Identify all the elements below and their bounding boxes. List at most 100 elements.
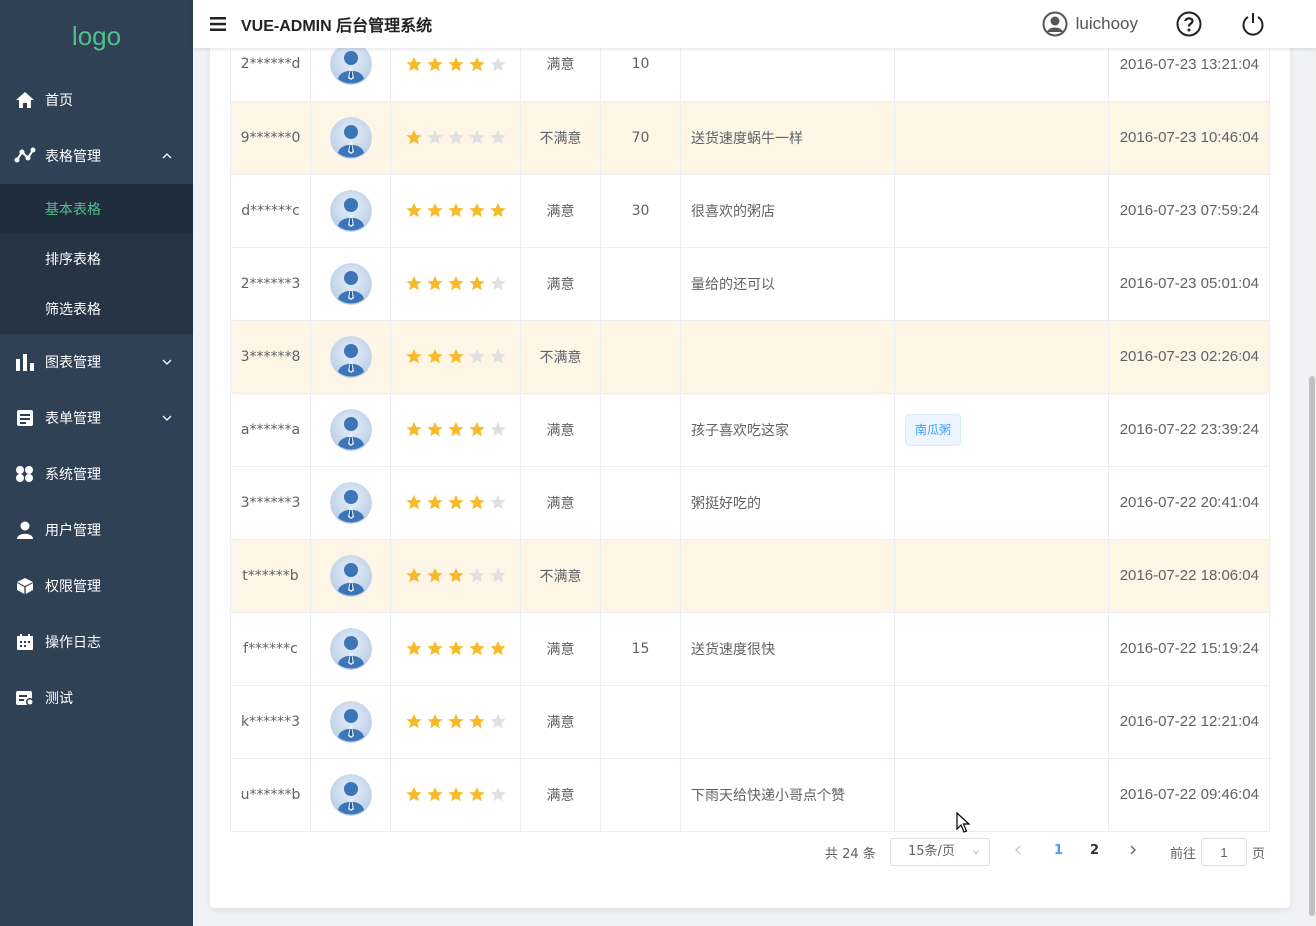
sidebar-item-table-management[interactable]: 表格管理 <box>0 128 193 184</box>
sidebar-subitem-sort-table[interactable]: 排序表格 <box>0 234 193 284</box>
cell-tag <box>894 174 1109 248</box>
star-empty-icon[interactable] <box>489 348 507 365</box>
star-filled-icon[interactable] <box>447 713 465 730</box>
star-filled-icon[interactable] <box>447 494 465 511</box>
star-rating[interactable] <box>391 202 520 219</box>
star-filled-icon[interactable] <box>405 786 423 803</box>
star-empty-icon[interactable] <box>489 713 507 730</box>
sidebar-item-system-management[interactable]: 系统管理 <box>0 446 193 502</box>
star-filled-icon[interactable] <box>426 275 444 292</box>
star-filled-icon[interactable] <box>447 421 465 438</box>
goto-page-input[interactable] <box>1201 838 1247 866</box>
star-filled-icon[interactable] <box>405 275 423 292</box>
cell-user: 9******0 <box>230 101 311 175</box>
star-filled-icon[interactable] <box>468 640 486 657</box>
sidebar-subitem-basic-table[interactable]: 基本表格 <box>0 184 193 234</box>
star-filled-icon[interactable] <box>405 56 423 73</box>
star-filled-icon[interactable] <box>468 494 486 511</box>
star-empty-icon[interactable] <box>447 129 465 146</box>
sidebar-item-test[interactable]: 测试 <box>0 670 193 726</box>
star-rating[interactable] <box>391 567 520 584</box>
user-menu[interactable]: luichooy <box>1042 11 1138 37</box>
sidebar-item-label: 表单管理 <box>45 411 101 427</box>
star-rating[interactable] <box>391 786 520 803</box>
star-filled-icon[interactable] <box>426 421 444 438</box>
star-filled-icon[interactable] <box>405 567 423 584</box>
star-filled-icon[interactable] <box>405 202 423 219</box>
star-filled-icon[interactable] <box>426 567 444 584</box>
star-filled-icon[interactable] <box>447 640 465 657</box>
next-page-icon[interactable] <box>1127 844 1139 856</box>
star-filled-icon[interactable] <box>426 713 444 730</box>
sidebar-item-permission-management[interactable]: 权限管理 <box>0 558 193 614</box>
star-empty-icon[interactable] <box>489 494 507 511</box>
star-filled-icon[interactable] <box>447 56 465 73</box>
star-rating[interactable] <box>391 421 520 438</box>
star-filled-icon[interactable] <box>405 494 423 511</box>
power-logout-icon[interactable] <box>1240 11 1266 37</box>
sidebar: logo 首页 表格管理 基本表格 排序表格 筛选表格 图表管理 表单管理 系统… <box>0 0 193 926</box>
star-filled-icon[interactable] <box>426 56 444 73</box>
sidebar-subitem-filter-table[interactable]: 筛选表格 <box>0 284 193 334</box>
star-filled-icon[interactable] <box>447 202 465 219</box>
star-filled-icon[interactable] <box>405 421 423 438</box>
sidebar-item-user-management[interactable]: 用户管理 <box>0 502 193 558</box>
star-filled-icon[interactable] <box>468 786 486 803</box>
star-rating[interactable] <box>391 494 520 511</box>
avatar <box>329 408 372 451</box>
star-filled-icon[interactable] <box>489 640 507 657</box>
star-empty-icon[interactable] <box>468 348 486 365</box>
star-filled-icon[interactable] <box>426 202 444 219</box>
star-rating[interactable] <box>391 129 520 146</box>
star-filled-icon[interactable] <box>405 713 423 730</box>
star-empty-icon[interactable] <box>489 421 507 438</box>
star-empty-icon[interactable] <box>489 567 507 584</box>
star-rating[interactable] <box>391 275 520 292</box>
star-filled-icon[interactable] <box>447 275 465 292</box>
page-scrollbar[interactable] <box>1308 48 1316 926</box>
star-filled-icon[interactable] <box>447 567 465 584</box>
cell-user: f******c <box>230 612 311 686</box>
star-rating[interactable] <box>391 640 520 657</box>
calendar-icon <box>14 631 36 653</box>
star-filled-icon[interactable] <box>447 786 465 803</box>
cell-status: 满意 <box>520 612 601 686</box>
sidebar-item-form-management[interactable]: 表单管理 <box>0 390 193 446</box>
star-empty-icon[interactable] <box>468 129 486 146</box>
star-filled-icon[interactable] <box>405 640 423 657</box>
prev-page-icon[interactable] <box>1012 844 1024 856</box>
sidebar-item-operation-log[interactable]: 操作日志 <box>0 614 193 670</box>
star-filled-icon[interactable] <box>426 348 444 365</box>
sidebar-item-home[interactable]: 首页 <box>0 72 193 128</box>
star-filled-icon[interactable] <box>468 713 486 730</box>
star-empty-icon[interactable] <box>489 56 507 73</box>
page-number-2[interactable]: 2 <box>1090 843 1099 858</box>
star-filled-icon[interactable] <box>405 348 423 365</box>
page-number-1[interactable]: 1 <box>1054 843 1063 858</box>
star-filled-icon[interactable] <box>468 275 486 292</box>
star-empty-icon[interactable] <box>468 567 486 584</box>
star-filled-icon[interactable] <box>489 202 507 219</box>
star-empty-icon[interactable] <box>489 275 507 292</box>
cell-rating <box>390 48 521 102</box>
star-filled-icon[interactable] <box>468 202 486 219</box>
star-filled-icon[interactable] <box>426 786 444 803</box>
hamburger-menu-icon[interactable] <box>207 13 229 35</box>
star-filled-icon[interactable] <box>405 129 423 146</box>
sidebar-item-chart-management[interactable]: 图表管理 <box>0 334 193 390</box>
star-filled-icon[interactable] <box>426 640 444 657</box>
star-filled-icon[interactable] <box>426 494 444 511</box>
star-filled-icon[interactable] <box>447 348 465 365</box>
star-filled-icon[interactable] <box>468 56 486 73</box>
star-empty-icon[interactable] <box>426 129 444 146</box>
table-row: 3******8 不满意 2016-07-23 02:26:04 <box>230 320 1270 394</box>
page-size-select[interactable]: 15条/页 <box>890 838 990 866</box>
star-rating[interactable] <box>391 56 520 73</box>
star-rating[interactable] <box>391 713 520 730</box>
star-filled-icon[interactable] <box>468 421 486 438</box>
scrollbar-thumb[interactable] <box>1309 376 1315 916</box>
star-empty-icon[interactable] <box>489 786 507 803</box>
star-empty-icon[interactable] <box>489 129 507 146</box>
star-rating[interactable] <box>391 348 520 365</box>
help-icon[interactable] <box>1176 11 1202 37</box>
